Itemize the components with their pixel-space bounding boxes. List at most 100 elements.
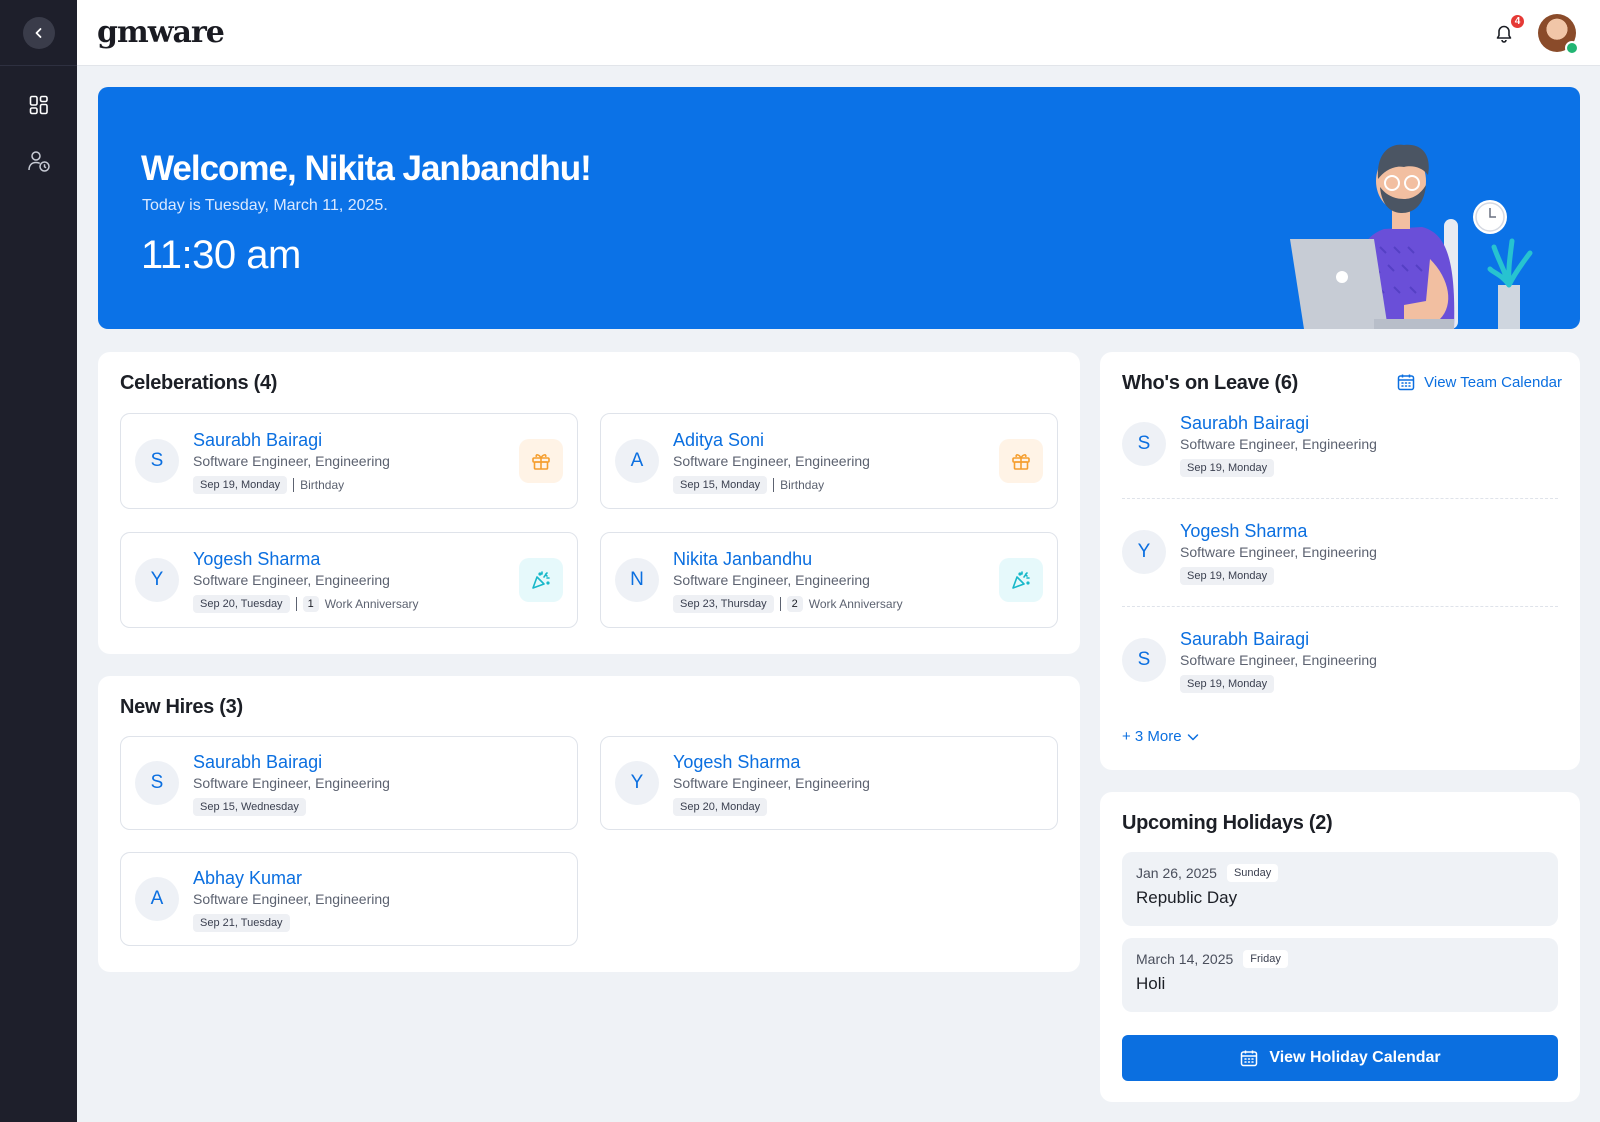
- years-count: 2: [786, 595, 803, 612]
- calendar-icon: [1397, 374, 1415, 391]
- date-tag: Sep 20, Tuesday: [193, 594, 290, 613]
- person-name-link[interactable]: Aditya Soni: [673, 429, 999, 451]
- user-clock-icon: [27, 151, 50, 172]
- holiday-item: Jan 26, 2025 Sunday Republic Day: [1122, 852, 1558, 926]
- date-tag: Sep 15, Monday: [673, 475, 768, 494]
- collapse-sidebar-button[interactable]: [22, 16, 55, 49]
- sidebar-header: [0, 0, 77, 66]
- divider: [1122, 606, 1558, 607]
- notification-count-badge: 4: [1509, 12, 1526, 30]
- date-tag: Sep 19, Monday: [1180, 459, 1275, 477]
- holidays-title: Upcoming Holidays (2): [1122, 812, 1333, 834]
- show-more-label: + 3 More: [1122, 728, 1182, 745]
- divider: [295, 596, 297, 611]
- new-hire-item[interactable]: Y Yogesh Sharma Software Engineer, Engin…: [600, 736, 1058, 830]
- header-actions: 4: [1490, 12, 1579, 55]
- view-team-calendar-link[interactable]: View Team Calendar: [1396, 372, 1562, 392]
- avatar-initial: Y: [615, 761, 659, 805]
- person-name-link[interactable]: Saurabh Bairagi: [193, 429, 519, 451]
- on-leave-card: Who's on Leave (6) View Team Calendar S …: [1100, 352, 1580, 770]
- person-role: Software Engineer, Engineering: [673, 774, 870, 791]
- calendar-icon: [1241, 1050, 1258, 1067]
- celebrations-card: Celeberations (4) S Saurabh Bairagi Soft…: [98, 352, 1080, 654]
- welcome-heading: Welcome, Nikita Janbandhu!: [141, 149, 592, 188]
- date-tag: Sep 15, Wednesday: [193, 797, 306, 816]
- person-name-link[interactable]: Yogesh Sharma: [1180, 520, 1558, 542]
- person-name-link[interactable]: Nikita Janbandhu: [673, 548, 999, 570]
- holiday-date: Jan 26, 2025: [1136, 865, 1217, 881]
- date-tag: Sep 20, Monday: [673, 797, 768, 816]
- celebration-type: Birthday: [780, 477, 825, 492]
- new-hires-card: New Hires (3) S Saurabh Bairagi Software…: [98, 676, 1080, 972]
- anniversary-badge: [519, 558, 563, 602]
- dashboard-icon: [29, 95, 48, 115]
- avatar-initial: A: [615, 439, 659, 483]
- top-header: gmware 4: [77, 0, 1600, 66]
- person-role: Software Engineer, Engineering: [1180, 544, 1377, 560]
- birthday-badge: [519, 439, 563, 483]
- current-time: 11:30 am: [141, 233, 301, 277]
- person-role: Software Engineer, Engineering: [193, 774, 390, 791]
- party-popper-icon: [1012, 571, 1030, 589]
- years-count: 1: [302, 595, 319, 612]
- sidebar-item-attendance[interactable]: [22, 144, 56, 178]
- anniversary-badge: [999, 558, 1043, 602]
- celebration-item[interactable]: A Aditya Soni Software Engineer, Enginee…: [600, 413, 1058, 509]
- avatar-initial: Y: [1122, 530, 1166, 574]
- person-name-link[interactable]: Saurabh Bairagi: [1180, 628, 1558, 650]
- notifications-button[interactable]: 4: [1490, 12, 1526, 47]
- sidebar: [0, 0, 77, 1122]
- celebrations-title: Celeberations (4): [120, 372, 278, 394]
- celebration-type: Birthday: [300, 477, 345, 492]
- view-holiday-calendar-label: View Holiday Calendar: [1269, 1049, 1441, 1066]
- avatar-initial: A: [135, 877, 179, 921]
- today-date: Today is Tuesday, March 11, 2025.: [142, 197, 388, 214]
- person-name-link[interactable]: Saurabh Bairagi: [193, 751, 563, 773]
- avatar-initial: S: [135, 761, 179, 805]
- celebration-type: Work Anniversary: [324, 596, 419, 611]
- holiday-date: March 14, 2025: [1136, 951, 1234, 967]
- celebration-type: Work Anniversary: [808, 596, 903, 611]
- new-hires-title: New Hires (3): [120, 696, 243, 718]
- person-role: Software Engineer, Engineering: [673, 452, 870, 469]
- new-hire-item[interactable]: S Saurabh Bairagi Software Engineer, Eng…: [120, 736, 578, 830]
- celebration-item[interactable]: N Nikita Janbandhu Software Engineer, En…: [600, 532, 1058, 628]
- person-name-link[interactable]: Abhay Kumar: [193, 867, 563, 889]
- sidebar-nav: [0, 66, 77, 178]
- user-avatar[interactable]: [1538, 13, 1579, 55]
- party-popper-icon: [532, 571, 550, 589]
- leave-item[interactable]: S Saurabh Bairagi Software Engineer, Eng…: [1122, 412, 1558, 477]
- person-role: Software Engineer, Engineering: [1180, 652, 1377, 668]
- holiday-item: March 14, 2025 Friday Holi: [1122, 938, 1558, 1012]
- person-role: Software Engineer, Engineering: [673, 571, 870, 588]
- holiday-day-tag: Sunday: [1226, 864, 1279, 882]
- person-name-link[interactable]: Yogesh Sharma: [673, 751, 1043, 773]
- person-role: Software Engineer, Engineering: [1180, 436, 1377, 452]
- gift-icon: [1012, 454, 1030, 470]
- date-tag: Sep 23, Thursday: [673, 594, 774, 613]
- avatar-initial: S: [1122, 638, 1166, 682]
- avatar-initial: S: [135, 439, 179, 483]
- person-at-laptop-illustration: [1290, 144, 1533, 329]
- gift-icon: [532, 454, 550, 470]
- holiday-name: Republic Day: [1136, 888, 1238, 907]
- leave-item[interactable]: Y Yogesh Sharma Software Engineer, Engin…: [1122, 520, 1558, 585]
- app-logo[interactable]: gmware: [97, 15, 225, 50]
- person-name-link[interactable]: Yogesh Sharma: [193, 548, 519, 570]
- welcome-banner: Welcome, Nikita Janbandhu! Today is Tues…: [98, 87, 1580, 329]
- celebration-item[interactable]: Y Yogesh Sharma Software Engineer, Engin…: [120, 532, 578, 628]
- holidays-card: Upcoming Holidays (2) Jan 26, 2025 Sunda…: [1100, 792, 1580, 1102]
- divider: [293, 477, 295, 492]
- sidebar-item-dashboard[interactable]: [22, 88, 56, 122]
- celebration-item[interactable]: S Saurabh Bairagi Software Engineer, Eng…: [120, 413, 578, 509]
- date-tag: Sep 19, Monday: [1180, 675, 1275, 693]
- new-hire-item[interactable]: A Abhay Kumar Software Engineer, Enginee…: [120, 852, 578, 946]
- show-more-leave-button[interactable]: + 3 More: [1122, 728, 1200, 745]
- person-role: Software Engineer, Engineering: [193, 452, 390, 469]
- divider: [1122, 498, 1558, 499]
- person-name-link[interactable]: Saurabh Bairagi: [1180, 412, 1558, 434]
- person-role: Software Engineer, Engineering: [193, 571, 390, 588]
- divider: [779, 596, 781, 611]
- leave-item[interactable]: S Saurabh Bairagi Software Engineer, Eng…: [1122, 628, 1558, 693]
- view-holiday-calendar-button[interactable]: View Holiday Calendar: [1122, 1035, 1558, 1081]
